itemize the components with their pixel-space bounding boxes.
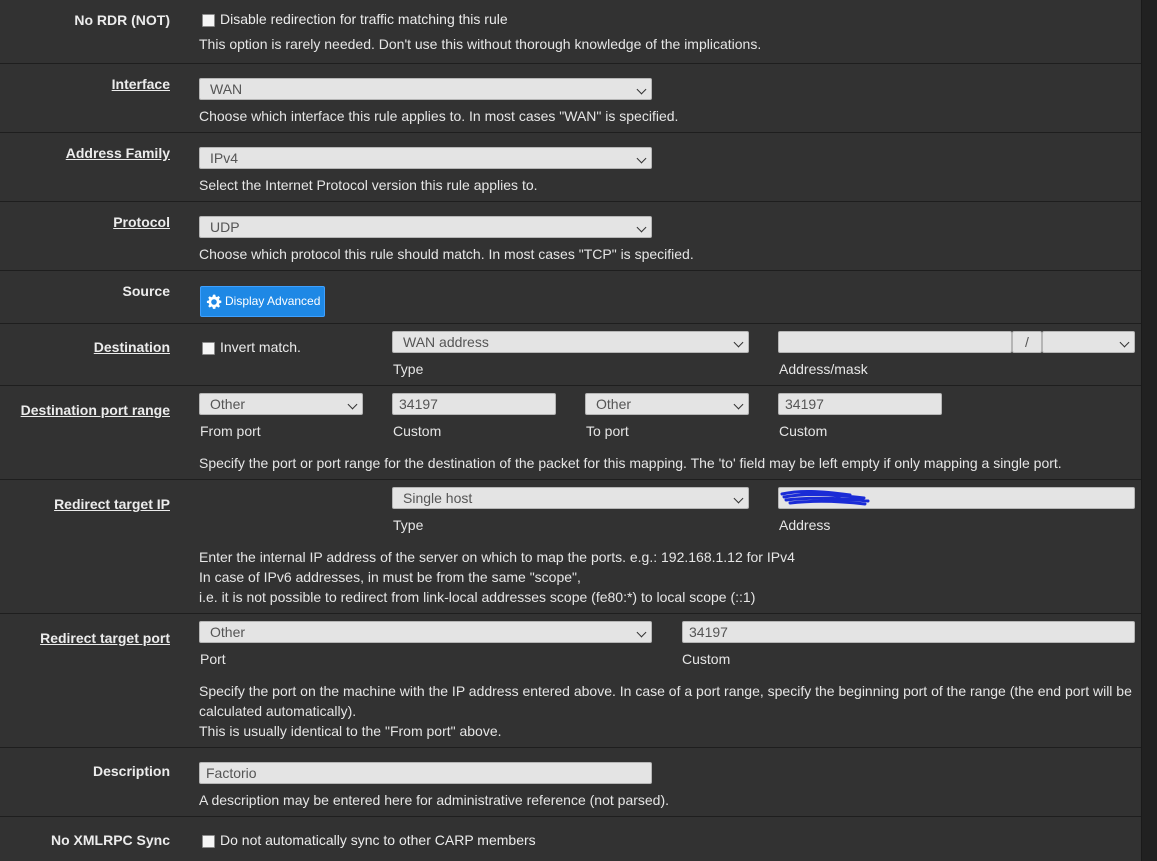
destination-type-caption: Type: [393, 361, 424, 377]
redirect-target-ip-label[interactable]: Redirect target IP: [54, 496, 170, 512]
redirect-target-port-help-1: Specify the port on the machine with the…: [199, 683, 1132, 699]
no-xmlrpc-sync-checkbox[interactable]: [202, 835, 215, 848]
redirect-target-address-caption: Address: [779, 517, 831, 533]
protocol-select-value: UDP: [210, 219, 240, 235]
row-destination: Destination Invert match. WAN address Ty…: [0, 324, 1141, 386]
redirect-target-port-custom-input[interactable]: 34197: [682, 621, 1135, 643]
destination-type-select[interactable]: WAN address: [392, 331, 749, 353]
to-port-custom-input[interactable]: 34197: [778, 393, 942, 415]
rule-form-panel: No RDR (NOT) Disable redirection for tra…: [0, 0, 1142, 861]
redirect-target-port-custom-caption: Custom: [682, 651, 731, 667]
to-port-caption: To port: [586, 423, 629, 439]
no-rdr-checkbox[interactable]: [202, 14, 215, 27]
redirect-target-type-value: Single host: [403, 490, 473, 506]
redirect-target-port-label[interactable]: Redirect target port: [40, 630, 170, 646]
no-rdr-checkbox-label: Disable redirection for traffic matching…: [220, 11, 508, 27]
redirect-target-port-help-3: This is usually identical to the "From p…: [199, 723, 502, 739]
row-description: Description Factorio A description may b…: [0, 748, 1141, 817]
to-port-value: Other: [596, 396, 632, 412]
address-family-help: Select the Internet Protocol version thi…: [199, 177, 538, 193]
row-no-xmlrpc-sync: No XMLRPC Sync Do not automatically sync…: [0, 817, 1141, 861]
address-family-label[interactable]: Address Family: [66, 145, 170, 161]
redacted-scribble: [780, 489, 870, 506]
description-label: Description: [92, 763, 170, 779]
redirect-target-ip-help-1: Enter the internal IP address of the ser…: [199, 549, 795, 565]
protocol-help: Choose which protocol this rule should m…: [199, 246, 694, 262]
from-port-select[interactable]: Other: [199, 393, 363, 415]
chevron-down-icon: [733, 493, 744, 504]
from-port-custom-input[interactable]: 34197: [392, 393, 556, 415]
redirect-target-port-help-2: calculated automatically).: [199, 703, 357, 719]
no-xmlrpc-sync-label: No XMLRPC Sync: [50, 832, 170, 848]
to-port-select[interactable]: Other: [585, 393, 749, 415]
row-destination-port-range: Destination port range Other From port 3…: [0, 386, 1141, 480]
redirect-target-type-select[interactable]: Single host: [392, 487, 749, 509]
address-family-select[interactable]: IPv4: [199, 147, 652, 169]
no-rdr-help: This option is rarely needed. Don't use …: [199, 36, 762, 52]
destination-label[interactable]: Destination: [94, 339, 170, 355]
interface-label[interactable]: Interface: [112, 76, 170, 92]
chevron-down-icon: [347, 399, 358, 410]
to-port-custom-caption: Custom: [779, 423, 828, 439]
row-no-rdr: No RDR (NOT) Disable redirection for tra…: [0, 0, 1141, 64]
row-redirect-target-port: Redirect target port Other Port 34197 Cu…: [0, 614, 1141, 748]
row-address-family: Address Family IPv4 Select the Internet …: [0, 133, 1141, 202]
destination-port-range-label[interactable]: Destination port range: [21, 402, 170, 418]
display-advanced-label: Display Advanced: [225, 294, 321, 308]
chevron-down-icon: [636, 627, 647, 638]
address-family-select-value: IPv4: [210, 150, 239, 166]
destination-invert-checkbox[interactable]: [202, 342, 215, 355]
destination-type-value: WAN address: [403, 334, 489, 350]
redirect-target-port-select[interactable]: Other: [199, 621, 652, 643]
destination-address-caption: Address/mask: [779, 361, 868, 377]
description-input[interactable]: Factorio: [199, 762, 652, 784]
protocol-select[interactable]: UDP: [199, 216, 652, 238]
from-port-value: Other: [210, 396, 246, 412]
from-port-custom-caption: Custom: [393, 423, 442, 439]
redirect-target-port-caption: Port: [200, 651, 226, 667]
protocol-label[interactable]: Protocol: [113, 214, 170, 230]
destination-mask-separator: /: [1012, 331, 1042, 353]
redirect-target-port-value: Other: [210, 624, 246, 640]
no-xmlrpc-sync-checkbox-label: Do not automatically sync to other CARP …: [220, 832, 536, 848]
interface-select-value: WAN: [210, 81, 243, 97]
interface-select[interactable]: WAN: [199, 78, 652, 100]
destination-port-range-help: Specify the port or port range for the d…: [199, 455, 1062, 471]
description-help: A description may be entered here for ad…: [199, 792, 670, 808]
chevron-down-icon: [733, 399, 744, 410]
gear-icon: [206, 294, 222, 309]
destination-mask-select[interactable]: [1042, 331, 1135, 353]
redirect-target-type-caption: Type: [393, 517, 424, 533]
chevron-down-icon: [636, 153, 647, 164]
destination-invert-label: Invert match.: [220, 339, 301, 355]
row-interface: Interface WAN Choose which interface thi…: [0, 64, 1141, 133]
chevron-down-icon: [636, 84, 647, 95]
chevron-down-icon: [636, 222, 647, 233]
chevron-down-icon: [733, 337, 744, 348]
source-label: Source: [122, 283, 170, 299]
redirect-target-ip-help-2: In case of IPv6 addresses, in must be fr…: [199, 569, 581, 585]
display-advanced-button[interactable]: Display Advanced: [200, 286, 325, 317]
destination-address-input[interactable]: [778, 331, 1012, 353]
chevron-down-icon: [1119, 337, 1130, 348]
row-source: Source: [0, 271, 1141, 324]
row-protocol: Protocol UDP Choose which protocol this …: [0, 202, 1141, 271]
from-port-caption: From port: [200, 423, 261, 439]
row-redirect-target-ip: Redirect target IP Single host Type Addr…: [0, 480, 1141, 614]
redirect-target-ip-help-3: i.e. it is not possible to redirect from…: [199, 589, 756, 605]
interface-help: Choose which interface this rule applies…: [199, 108, 679, 124]
no-rdr-label: No RDR (NOT): [74, 12, 170, 28]
